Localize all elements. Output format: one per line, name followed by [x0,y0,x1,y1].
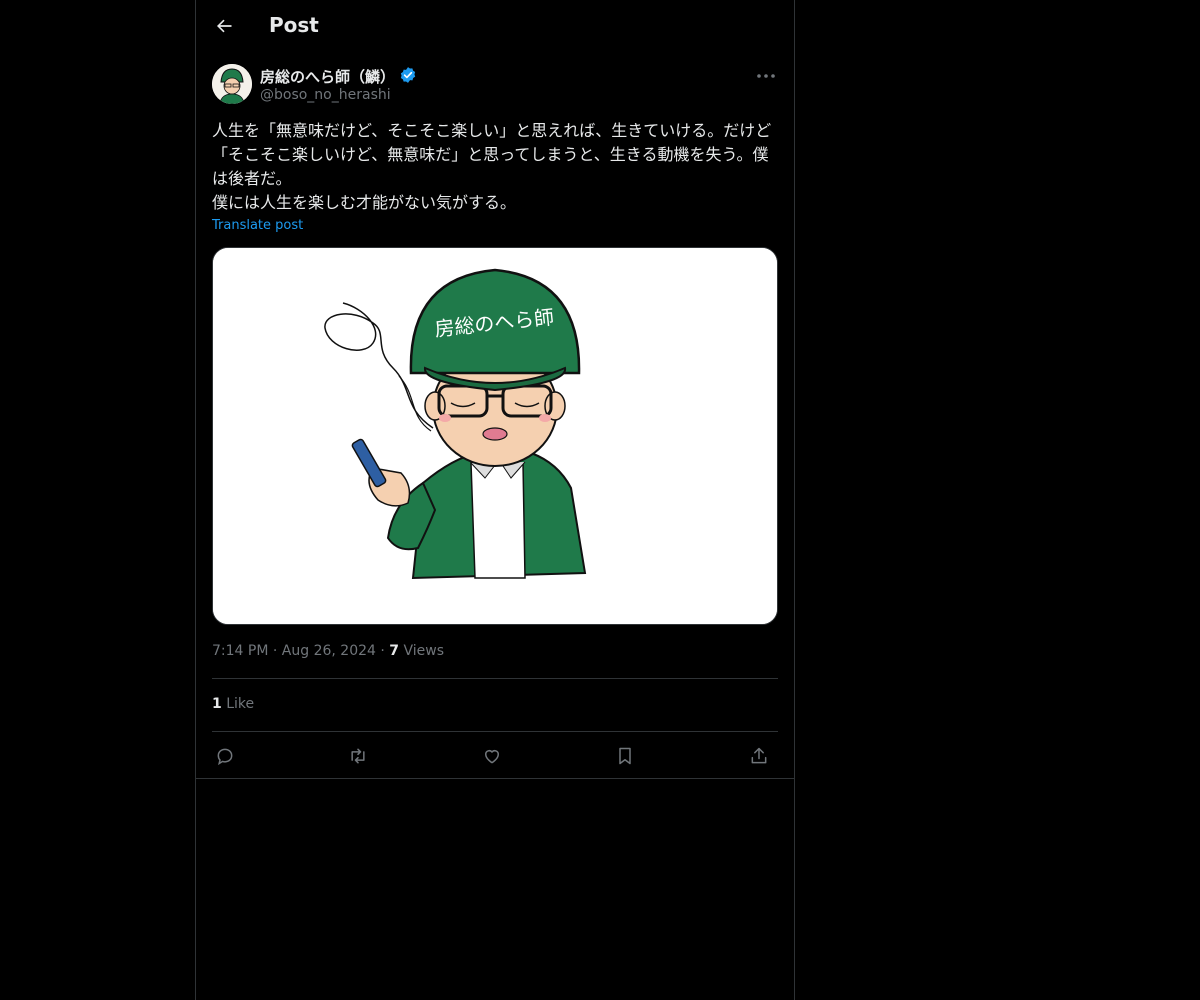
views-count: 7 [389,643,400,659]
meta-separator: · [272,643,278,659]
likes-stat[interactable]: 1 Like [212,696,254,712]
post-author: 房総のへら師（鱗） @boso_no_herashi [212,64,778,108]
back-button[interactable] [210,12,238,40]
share-button[interactable] [746,743,772,769]
bookmark-icon [619,747,631,765]
divider [212,678,778,679]
page-title: Post [269,13,319,37]
reply-button[interactable] [212,743,238,769]
action-bar [212,741,778,771]
avatar[interactable] [212,64,252,104]
bookmark-button[interactable] [612,743,638,769]
illustration: 房総のへら師 [213,248,777,624]
views-label: Views [403,643,445,659]
display-name[interactable]: 房総のへら師（鱗） [260,66,395,87]
share-icon [751,747,767,764]
user-handle[interactable]: @boso_no_herashi [260,87,391,103]
repost-icon [351,748,365,764]
repost-button[interactable] [345,743,371,769]
post-image[interactable]: 房総のへら師 [212,247,778,625]
meta-separator: · [380,643,385,659]
divider [212,731,778,732]
reply-icon [217,748,233,766]
like-icon [485,750,499,764]
verified-badge-icon [400,67,416,83]
post-text: 人生を「無意味だけど、そこそこ楽しい」と思えれば、生きていける。だけど「そこそこ… [212,121,772,212]
post-date[interactable]: Aug 26, 2024 [282,643,376,659]
top-bar: Post [196,0,794,53]
post-meta: 7:14 PM · Aug 26, 2024 · 7 Views [212,643,444,659]
likes-count: 1 [212,696,222,712]
more-options-button[interactable] [754,66,778,86]
like-button[interactable] [479,743,505,769]
translate-post-link[interactable]: Translate post [212,218,303,233]
divider [196,778,794,779]
likes-label: Like [226,696,255,712]
arrow-left-icon [217,19,232,33]
primary-column: Post 房総のへら師（鱗） @boso_no_herashi 人生を「無意味だ… [195,0,795,1000]
post-time[interactable]: 7:14 PM [212,643,268,659]
more-horizontal-icon [757,74,775,78]
